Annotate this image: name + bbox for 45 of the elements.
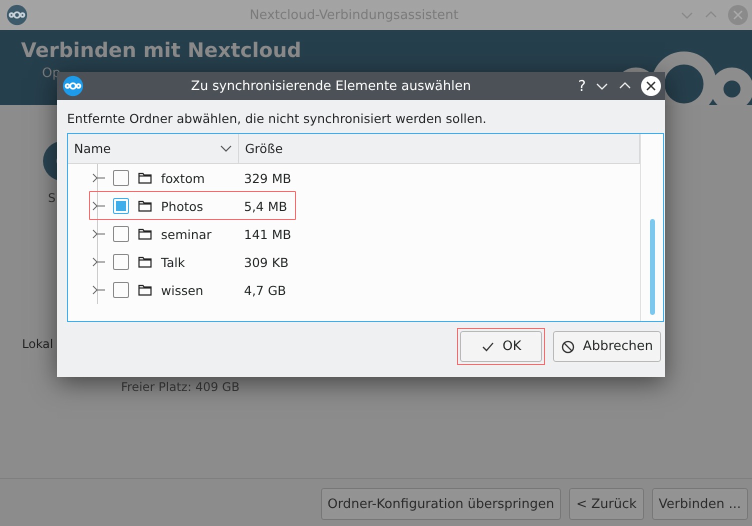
dialog-title: Zu synchronisierende Elemente auswählen — [190, 78, 472, 94]
cancel-icon — [560, 340, 575, 354]
checkbox[interactable] — [113, 282, 129, 298]
checkbox[interactable] — [113, 198, 129, 214]
help-button[interactable]: ? — [578, 77, 586, 95]
expand-arrow-icon[interactable] — [92, 256, 106, 268]
checkbox[interactable] — [113, 254, 129, 270]
column-header[interactable]: Größe — [239, 134, 640, 163]
close-icon[interactable] — [641, 76, 661, 96]
folder-icon — [138, 200, 152, 212]
expand-arrow-icon[interactable] — [92, 200, 106, 212]
checkbox[interactable] — [113, 226, 129, 242]
free-space-text: Freier Platz: 409 GB — [121, 380, 240, 394]
folder-size: 5,4 MB — [244, 198, 288, 214]
wizard-button[interactable]: Verbinden ... — [652, 488, 748, 520]
folder-name: seminar — [161, 226, 213, 242]
folder-name: wissen — [161, 282, 204, 298]
folder-size: 309 KB — [244, 254, 289, 270]
folder-name: Photos — [161, 198, 204, 214]
folder-icon — [138, 284, 152, 296]
instruction-text: Entfernte Ordner abwählen, die nicht synchronisiert werden sollen. — [67, 111, 488, 126]
page-heading: Verbinden mit Nextcloud — [21, 38, 302, 62]
folder-icon — [138, 172, 152, 184]
app-logo-icon — [62, 75, 84, 97]
ok-button[interactable]: OK — [460, 331, 542, 362]
folder-size: 329 MB — [244, 170, 292, 186]
server-label: S — [48, 191, 56, 205]
scrollbar-thumb[interactable] — [650, 219, 654, 315]
expand-arrow-icon[interactable] — [92, 284, 106, 296]
expand-arrow-icon[interactable] — [92, 228, 106, 240]
column-header[interactable]: Name — [68, 134, 239, 163]
expand-arrow-icon[interactable] — [92, 172, 106, 184]
checkbox[interactable] — [113, 170, 129, 186]
wizard-button[interactable]: Ordner-Konfiguration überspringen — [320, 488, 562, 520]
local-folder-label: Lokal — [22, 337, 54, 351]
wizard-button[interactable]: < Zurück — [569, 488, 644, 520]
folder-icon — [138, 256, 152, 268]
folder-name: foxtom — [161, 170, 206, 186]
cancel-button[interactable]: Abbrechen — [552, 331, 661, 362]
app-logo-icon — [6, 4, 28, 26]
folder-size: 4,7 GB — [244, 282, 286, 298]
folder-name: Talk — [161, 254, 186, 270]
sort-caret-icon — [220, 144, 232, 152]
folder-size: 141 MB — [244, 226, 292, 242]
folder-icon — [138, 228, 152, 240]
